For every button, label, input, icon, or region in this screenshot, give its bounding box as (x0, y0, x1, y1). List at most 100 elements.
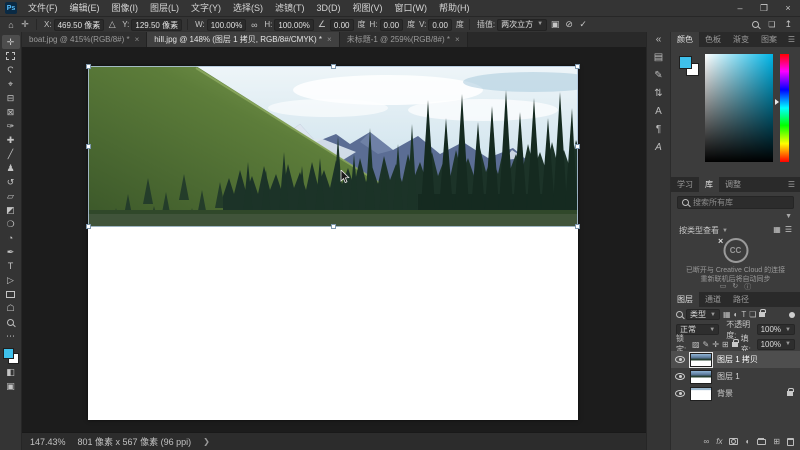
tab-patterns[interactable]: 图案 (755, 32, 783, 47)
close-icon[interactable]: × (327, 35, 332, 44)
character-panel-icon[interactable]: A (655, 107, 662, 117)
tab-gradients[interactable]: 渐变 (727, 32, 755, 47)
lock-position-icon[interactable]: ✛ (712, 340, 719, 349)
view-by-type-dropdown[interactable]: 按类型查看 ▼ (679, 225, 728, 236)
menu-image[interactable]: 图像(I) (106, 0, 145, 16)
link-dimensions-icon[interactable]: ∞ (247, 20, 261, 30)
eyedropper-tool[interactable]: ✑ (2, 119, 20, 133)
library-search-input[interactable]: 搜索所有库 (677, 196, 794, 209)
layer-name[interactable]: 图层 1 拷贝 (717, 354, 758, 365)
layer-thumbnail[interactable] (690, 353, 712, 367)
filter-toggle[interactable] (789, 312, 795, 318)
brushes-panel-icon[interactable]: ✎ (654, 71, 662, 81)
tab-swatches[interactable]: 色板 (699, 32, 727, 47)
edit-toolbar-button[interactable]: ⋯ (2, 329, 20, 343)
grid-view-icon[interactable]: ▦ (773, 225, 781, 234)
h-value-field[interactable]: 100.00% (274, 19, 314, 31)
filter-smart-object-icon[interactable] (759, 312, 765, 317)
collapse-panels-icon[interactable]: « (656, 35, 662, 45)
zoom-tool[interactable] (2, 315, 20, 329)
restore-button[interactable]: ❐ (752, 0, 776, 16)
y-value-field[interactable]: 129.50 像素 (131, 19, 182, 31)
list-view-icon[interactable]: ☰ (785, 225, 792, 234)
visibility-eye-icon[interactable] (675, 390, 685, 397)
menu-type[interactable]: 文字(Y) (185, 0, 227, 16)
document-tab-hill[interactable]: hill.jpg @ 148% (图层 1 拷贝, RGB/8#/CMYK) *… (147, 32, 339, 47)
crop-tool[interactable]: ⊟ (2, 91, 20, 105)
workspace-icon[interactable]: ❏ (768, 20, 775, 29)
eraser-tool[interactable]: ▱ (2, 189, 20, 203)
properties-panel-icon[interactable]: ⇅ (654, 89, 662, 99)
history-panel-icon[interactable]: ▤ (654, 53, 663, 63)
shape-tool[interactable] (2, 287, 20, 301)
document-canvas[interactable] (88, 66, 578, 420)
adjustment-layer-icon[interactable]: ◐ (745, 437, 750, 446)
type-tool[interactable]: T (2, 259, 20, 273)
menu-window[interactable]: 窗口(W) (389, 0, 434, 16)
share-icon[interactable]: ↥ (784, 19, 792, 30)
relative-position-icon[interactable]: △ (105, 19, 119, 30)
opacity-dropdown[interactable]: 100%▼ (757, 324, 795, 335)
visibility-eye-icon[interactable] (675, 373, 685, 380)
menu-3d[interactable]: 3D(D) (311, 0, 347, 16)
h-skew-field[interactable]: 0.00 (380, 19, 404, 31)
angle-value-field[interactable]: 0.00 (330, 19, 354, 31)
add-mask-icon[interactable] (729, 438, 738, 445)
tab-layers[interactable]: 图层 (671, 292, 699, 307)
dodge-tool[interactable]: ◔ (2, 231, 20, 245)
layer-row-layer1-copy[interactable]: 图层 1 拷贝 (671, 351, 800, 368)
move-tool[interactable]: ✛ (2, 35, 20, 49)
layer-row-layer1[interactable]: 图层 1 (671, 368, 800, 385)
object-selection-tool[interactable]: ⌖ (2, 77, 20, 91)
hand-tool[interactable]: ☖ (2, 301, 20, 315)
placed-image-hill[interactable] (88, 66, 578, 227)
paragraph-panel-icon[interactable]: ¶ (656, 125, 661, 135)
layer-thumbnail[interactable] (690, 387, 712, 401)
interpolation-dropdown[interactable]: 两次立方▼ (497, 19, 547, 31)
active-tool-icon[interactable]: ✛ (18, 19, 32, 30)
lock-pixels-icon[interactable]: ✎ (703, 340, 710, 349)
lock-transparent-icon[interactable]: ▨ (692, 340, 700, 349)
tab-adjustments[interactable]: 调整 (719, 177, 747, 192)
spot-healing-tool[interactable]: ✚ (2, 133, 20, 147)
menu-edit[interactable]: 编辑(E) (64, 0, 106, 16)
menu-layer[interactable]: 图层(L) (144, 0, 185, 16)
blur-tool[interactable]: ❍ (2, 217, 20, 231)
x-value-field[interactable]: 469.50 像素 (54, 19, 105, 31)
brush-tool[interactable]: ╱ (2, 147, 20, 161)
panel-menu-icon[interactable]: ☰ (788, 32, 800, 47)
layer-name[interactable]: 图层 1 (717, 371, 740, 382)
screen-mode-button[interactable]: ▣ (2, 379, 20, 393)
panel-menu-icon[interactable]: ☰ (788, 177, 800, 192)
color-swatches[interactable] (2, 347, 20, 365)
gradient-tool[interactable]: ◩ (2, 203, 20, 217)
close-icon[interactable]: × (455, 35, 460, 44)
link-layers-icon[interactable]: ∞ (704, 437, 710, 446)
pen-tool[interactable]: ✒ (2, 245, 20, 259)
menu-filter[interactable]: 滤镜(T) (269, 0, 311, 16)
cancel-transform-icon[interactable]: ⊘ (562, 19, 576, 30)
fill-dropdown[interactable]: 100%▼ (757, 339, 795, 350)
layer-name[interactable]: 背景 (717, 388, 733, 399)
menu-select[interactable]: 选择(S) (227, 0, 269, 16)
menu-help[interactable]: 帮助(H) (433, 0, 476, 16)
w-value-field[interactable]: 100.00% (207, 19, 247, 31)
canvas-viewport[interactable] (22, 47, 646, 432)
visibility-eye-icon[interactable] (675, 356, 685, 363)
layer-row-background[interactable]: 背景 (671, 385, 800, 402)
close-icon[interactable]: × (135, 35, 140, 44)
tab-paths[interactable]: 路径 (727, 292, 755, 307)
menu-view[interactable]: 视图(V) (347, 0, 389, 16)
glyphs-panel-icon[interactable]: A (655, 143, 662, 153)
lock-all-icon[interactable] (732, 342, 738, 347)
frame-tool[interactable]: ⊠ (2, 105, 20, 119)
filter-type-dropdown[interactable]: 类型▼ (686, 309, 720, 320)
lasso-tool[interactable]: Ϛ (2, 63, 20, 77)
home-icon[interactable]: ⌂ (4, 20, 18, 30)
clone-stamp-tool[interactable]: ♟ (2, 161, 20, 175)
close-button[interactable]: × (776, 0, 800, 16)
hue-slider[interactable] (780, 54, 789, 162)
foreground-color-swatch[interactable] (679, 56, 692, 69)
zoom-level[interactable]: 147.43% (30, 437, 66, 447)
layer-thumbnail[interactable] (690, 370, 712, 384)
